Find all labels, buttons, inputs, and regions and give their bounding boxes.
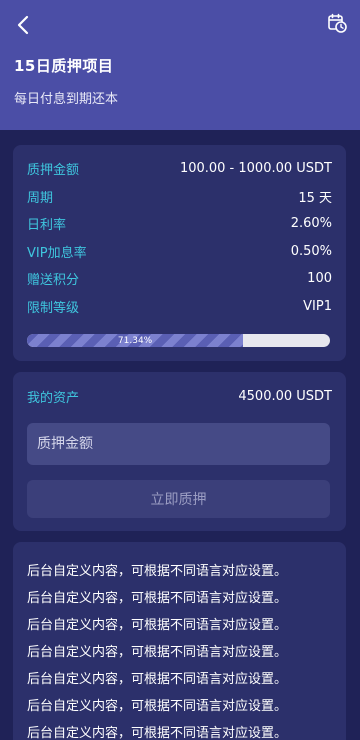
info-value: 100 — [307, 270, 332, 286]
my-assets-label: 我的资产 — [27, 390, 80, 406]
calendar-clock-icon — [328, 13, 347, 33]
info-label: 周期 — [27, 190, 54, 206]
back-button[interactable] — [10, 12, 36, 38]
info-label: 赠送积分 — [27, 272, 80, 288]
page-title: 15日质押项目 — [14, 57, 114, 75]
progress-bar: 71.34% — [27, 334, 330, 347]
info-value: 2.60% — [290, 215, 332, 231]
content-line: 后台自定义内容，可根据不同语言对应设置。 — [27, 726, 288, 740]
info-row-vip-rate: VIP加息率 0.50% — [27, 241, 332, 261]
info-row-level-limit: 限制等级 VIP1 — [27, 296, 332, 316]
assets-card: 我的资产 4500.00 USDT 立即质押 — [13, 372, 346, 531]
info-value: VIP1 — [303, 298, 332, 314]
info-label: VIP加息率 — [27, 245, 87, 261]
content-line: 后台自定义内容，可根据不同语言对应设置。 — [27, 672, 288, 687]
info-row-cycle: 周期 15 天 — [27, 186, 332, 206]
my-assets-row: 我的资产 4500.00 USDT — [27, 386, 332, 406]
content-line: 后台自定义内容，可根据不同语言对应设置。 — [27, 645, 288, 660]
info-value: 100.00 - 1000.00 USDT — [179, 160, 332, 176]
content-line: 后台自定义内容，可根据不同语言对应设置。 — [27, 699, 288, 714]
pledge-now-button[interactable]: 立即质押 — [27, 480, 330, 518]
content-line: 后台自定义内容，可根据不同语言对应设置。 — [27, 591, 288, 606]
chevron-left-icon — [17, 15, 29, 35]
content-line: 后台自定义内容，可根据不同语言对应设置。 — [27, 564, 288, 579]
history-button[interactable] — [326, 12, 348, 34]
my-assets-value: 4500.00 USDT — [238, 388, 332, 404]
page-subtitle: 每日付息到期还本 — [14, 92, 119, 107]
info-label: 质押金额 — [27, 162, 80, 178]
info-row-pledge-amount: 质押金额 100.00 - 1000.00 USDT — [27, 158, 332, 178]
info-row-bonus-points: 赠送积分 100 — [27, 268, 332, 288]
custom-content-card: 后台自定义内容，可根据不同语言对应设置。 后台自定义内容，可根据不同语言对应设置… — [13, 542, 346, 740]
info-label: 日利率 — [27, 217, 67, 233]
progress-label: 71.34% — [117, 335, 153, 346]
info-label: 限制等级 — [27, 300, 80, 316]
info-value: 0.50% — [290, 243, 332, 259]
header: 15日质押项目 每日付息到期还本 — [0, 0, 360, 130]
info-row-daily-rate: 日利率 2.60% — [27, 213, 332, 233]
pledge-amount-input[interactable] — [27, 423, 330, 465]
project-info-card: 质押金额 100.00 - 1000.00 USDT 周期 15 天 日利率 2… — [13, 145, 346, 361]
content-line: 后台自定义内容，可根据不同语言对应设置。 — [27, 618, 288, 633]
info-value: 15 天 — [298, 190, 332, 206]
